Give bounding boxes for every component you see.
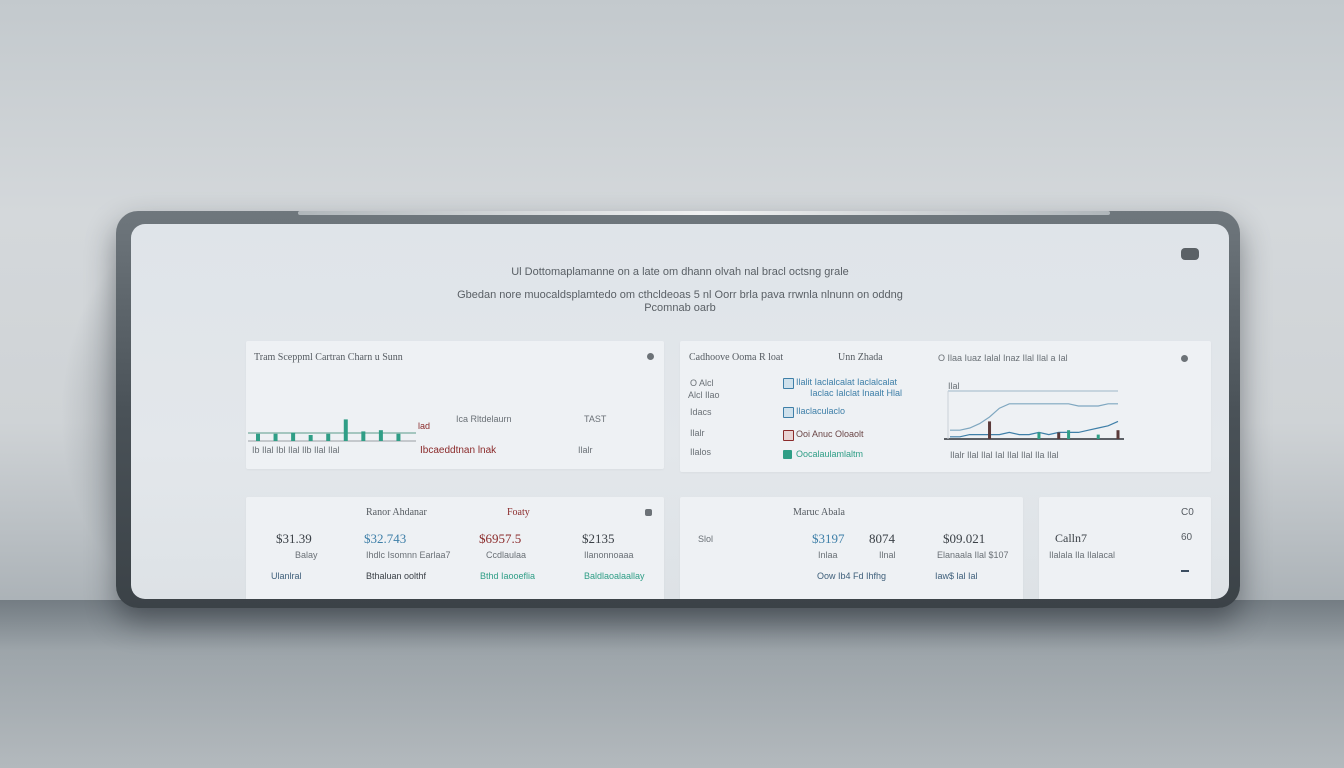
metric-label: Ihdlc Isomnn Earlaa7 bbox=[366, 550, 451, 560]
metric-value: $6957.5 bbox=[479, 531, 522, 546]
metric-value: Calln7 bbox=[1055, 531, 1087, 545]
metric-side-label: Slol bbox=[698, 534, 714, 544]
metric-label: Elanaala Ilal $107 bbox=[937, 550, 1009, 560]
bar bbox=[361, 431, 366, 441]
menu-dot-icon[interactable] bbox=[1181, 355, 1188, 362]
card-header-right: O Ilaa Iuaz Ialal Inaz Ilal Ilal a Ial bbox=[938, 353, 1068, 363]
card-badge: Foaty bbox=[507, 507, 530, 518]
legend-label: Ilaclaculaclo bbox=[796, 406, 846, 416]
legend-swatch bbox=[783, 378, 794, 389]
menu-dot-icon[interactable] bbox=[647, 353, 654, 360]
bar bbox=[308, 435, 313, 441]
legend-label: Oocalaulamlaltm bbox=[796, 449, 864, 459]
metric-footer: Oow Ib4 Fd Ihfhg bbox=[817, 571, 887, 581]
bar bbox=[378, 430, 383, 441]
metric-label: Inlaa bbox=[818, 550, 838, 560]
dash-icon bbox=[1181, 570, 1189, 572]
chart-label: Ilal bbox=[948, 381, 960, 391]
screen: Ul Dottomaplamanne on a late om dhann ol… bbox=[131, 224, 1229, 599]
bar bbox=[273, 433, 278, 441]
header-line-2: Gbedan nore muocaldsplamtedo om cthcldeo… bbox=[457, 289, 903, 301]
bar bbox=[1096, 434, 1100, 439]
metric-value: 8074 bbox=[869, 531, 895, 546]
bar bbox=[1067, 430, 1071, 439]
legend-sublabel: Iaclac Ialclat Inaalt Hlal bbox=[810, 388, 903, 398]
floor-shadow bbox=[0, 600, 1344, 768]
card-title: Tram Sceppml Cartran Charn u Sunn bbox=[254, 352, 403, 363]
metric-value: $32.743 bbox=[364, 531, 407, 546]
metric-value: TAST bbox=[584, 414, 607, 424]
bar bbox=[343, 419, 348, 441]
bar bbox=[291, 432, 296, 441]
header-line-1: Ul Dottomaplamanne on a late om dhann ol… bbox=[511, 266, 849, 278]
legend-swatch bbox=[783, 407, 794, 418]
bar bbox=[988, 421, 992, 439]
metric-side-value: 60 bbox=[1181, 532, 1193, 543]
device-edge bbox=[298, 211, 1110, 215]
metric-label: Ilnal bbox=[879, 550, 896, 560]
metric-footer: Bthd Iaooeflia bbox=[480, 571, 536, 581]
bar bbox=[326, 433, 331, 441]
card-title: Cadhoove Ooma R loat bbox=[689, 352, 784, 363]
chart-legend: Ibcaeddtnan lnak bbox=[420, 445, 497, 456]
card-corner-label: C0 bbox=[1181, 507, 1194, 518]
metric-label: Ccdlaulaa bbox=[486, 550, 527, 560]
row-label: Alcl Ilao bbox=[688, 390, 720, 400]
series-line bbox=[950, 403, 1118, 431]
metrics-card-2[interactable]: Maruc Abala Slol $3197 Inlaa 8074 Ilnal … bbox=[680, 497, 1023, 599]
metric-footer: Baldlaoalaallay bbox=[584, 571, 645, 581]
metric-label: Ica Rltdelaurn bbox=[456, 414, 512, 424]
card-title: Ranor Ahdanar bbox=[366, 507, 427, 518]
chart-side-label: lad bbox=[418, 421, 431, 431]
metric-label: Ilanonnoaaa bbox=[584, 550, 634, 560]
line-chart bbox=[944, 390, 1124, 440]
camera-icon bbox=[1181, 248, 1199, 260]
legend-swatch bbox=[783, 450, 792, 459]
header-line-3: Pcomnab oarb bbox=[644, 302, 716, 314]
metrics-card-1[interactable]: Ranor Ahdanar Foaty $31.39 Balay Ulanlra… bbox=[246, 497, 664, 599]
chart-card-2[interactable]: Cadhoove Ooma R loat Unn Zhada O Ilaa Iu… bbox=[680, 341, 1211, 472]
metric-value: $31.39 bbox=[276, 531, 312, 546]
card-title: Maruc Abala bbox=[793, 507, 845, 518]
row-label: Ilalr bbox=[690, 428, 705, 438]
x-axis-ticks: Ib Ilal Ibl Ilal Ilb Ilal Ilal bbox=[252, 445, 340, 455]
metric-value: $3197 bbox=[812, 531, 845, 546]
bar bbox=[1116, 430, 1120, 439]
legend-label: Ilalit Iaclalcalat Iaclalcalat bbox=[796, 377, 898, 387]
metric-footer: Ulanlral bbox=[271, 571, 302, 581]
bar bbox=[396, 433, 401, 441]
card-footer-value: Ilalr bbox=[578, 445, 593, 455]
metric-value: $09.021 bbox=[943, 531, 986, 546]
bar bbox=[1037, 432, 1041, 439]
bar bbox=[1057, 432, 1061, 439]
row-label: Ilalos bbox=[690, 447, 712, 457]
menu-icon[interactable] bbox=[645, 509, 652, 516]
x-axis-ticks: Ilalr Ilal Ilal Ial Ilal Ilal Ila Ilal bbox=[950, 450, 1059, 460]
legend-swatch bbox=[783, 430, 794, 441]
row-label: O Alcl bbox=[690, 378, 714, 388]
metric-label: Ilalala Ila Ilalacal bbox=[1049, 550, 1116, 560]
row-label: Idacs bbox=[690, 407, 712, 417]
metric-value: $2135 bbox=[582, 531, 615, 546]
bar bbox=[256, 433, 260, 441]
legend-label: Ooi Anuc Oloaolt bbox=[796, 429, 864, 439]
metric-label: Balay bbox=[295, 550, 318, 560]
metric-footer: Bthaluan oolthf bbox=[366, 571, 427, 581]
bar-chart bbox=[248, 419, 416, 442]
chart-card-1[interactable]: Tram Sceppml Cartran Charn u Sunn lad Ib… bbox=[246, 341, 664, 469]
series-line bbox=[950, 420, 1119, 438]
metric-footer: Iaw$ lal Ial bbox=[935, 571, 978, 581]
card-subtitle: Unn Zhada bbox=[838, 352, 883, 363]
metrics-card-3[interactable]: C0 Calln7 Ilalala Ila Ilalacal 60 bbox=[1039, 497, 1211, 599]
